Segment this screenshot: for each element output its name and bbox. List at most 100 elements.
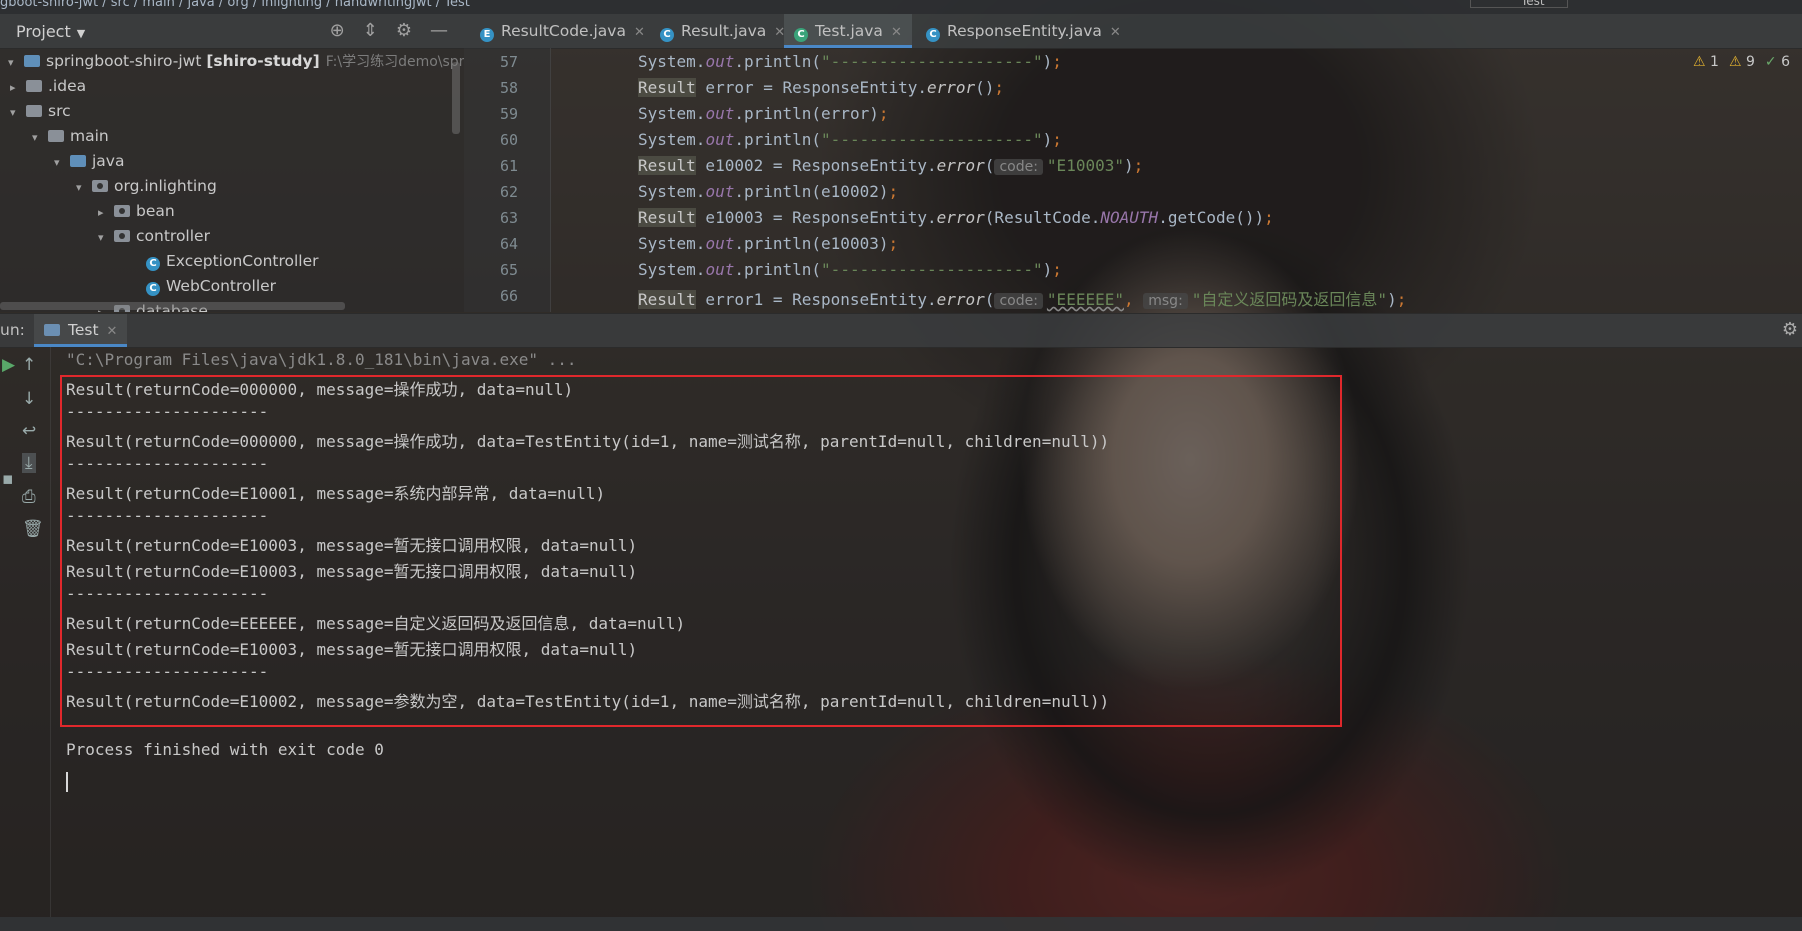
method-token: error (936, 290, 985, 309)
type-token: Result (638, 156, 696, 175)
gear-icon[interactable]: ⚙ (396, 20, 412, 41)
tree-item-root[interactable]: ▾ springboot-shiro-jwt [shiro-study] F:\学习… (8, 49, 464, 74)
code-token: .println (734, 234, 812, 253)
tree-item-main[interactable]: ▾ main (32, 124, 109, 149)
code-token: out (705, 104, 735, 123)
string-literal: "E10003" (1046, 156, 1124, 175)
chevron-down-icon: ▾ (8, 56, 14, 69)
code-line-61: Result e10002 = ResponseEntity.error(cod… (638, 156, 1144, 175)
code-line-57: System.out.println("--------------------… (638, 52, 1062, 71)
chevron-down-icon: ▾ (98, 231, 104, 244)
arrow-down-icon[interactable]: ↓ (22, 389, 36, 409)
typo-count[interactable]: ✓ 6 (1765, 54, 1790, 70)
tab-run-test[interactable]: Test ✕ (34, 314, 128, 347)
tree-item-controller[interactable]: ▾ controller (98, 224, 210, 249)
print-icon[interactable]: ⎙ (22, 487, 36, 507)
editor-gutter: 57 58 59 60 61 62 63 64 65 66 (464, 48, 551, 312)
run-tool-window-header: un: Test ✕ ⚙ (0, 313, 1802, 348)
arrow-up-icon[interactable]: ↑ (22, 355, 36, 375)
navigation-bar: gboot-shiro-jwt / src / main / java / or… (0, 0, 1802, 14)
type-token: Result (638, 290, 696, 309)
line-number: 65 (499, 261, 518, 279)
code-token: out (705, 130, 735, 149)
string-literal: "EEEEEE" (1046, 290, 1124, 309)
code-token: e10002 = ResponseEntity. (695, 156, 937, 175)
string-literal: "---------------------" (821, 130, 1043, 149)
minimize-icon[interactable]: — (430, 20, 448, 41)
package-icon (92, 180, 108, 192)
tree-item-label: .idea (48, 77, 87, 95)
horizontal-scrollbar[interactable] (0, 302, 345, 310)
string-literal: "自定义返回码及返回信息" (1191, 290, 1388, 309)
type-token: Result (638, 78, 696, 97)
code-line-60: System.out.println("--------------------… (638, 130, 1062, 149)
code-token: (e10003) (811, 234, 889, 253)
java-class-icon: C (146, 257, 160, 271)
close-icon[interactable]: ✕ (634, 25, 645, 40)
gear-icon[interactable]: ⚙ (1782, 319, 1798, 340)
weak-warning-count[interactable]: ⚠ 9 (1729, 54, 1755, 70)
code-editor[interactable]: ⚠ 1 ⚠ 9 ✓ 6 System.out.println("--------… (550, 48, 1802, 312)
collapse-all-icon[interactable]: ⇕ (363, 20, 378, 41)
java-class-icon: C (146, 282, 160, 296)
tab-result-java[interactable]: C Result.java ✕ (650, 14, 785, 48)
run-config-selector[interactable]: Test (1470, 0, 1568, 8)
code-token: .println (734, 104, 812, 123)
java-class-icon: C (926, 28, 940, 42)
method-token: error (936, 208, 985, 227)
project-view-selector[interactable]: Project ▼ (16, 22, 85, 41)
tree-item-idea[interactable]: ▸ .idea (10, 74, 86, 99)
code-token: .println (734, 52, 812, 71)
tab-test-java[interactable]: C Test.java ✕ (784, 14, 912, 48)
tab-responseentity-java[interactable]: C ResponseEntity.java ✕ (916, 14, 1121, 48)
tree-item-label: springboot-shiro-jwt (46, 52, 202, 70)
code-line-65: System.out.println("--------------------… (638, 260, 1062, 279)
tab-label: Test (68, 321, 99, 339)
code-token: System. (638, 104, 706, 123)
code-line-63: Result e10003 = ResponseEntity.error(Res… (638, 208, 1274, 227)
tree-item-java[interactable]: ▾ java (54, 149, 124, 174)
project-panel-header: Project ▼ ⊕ ⇕ ⚙ — (0, 14, 464, 49)
line-number: 64 (499, 235, 518, 253)
folder-icon (26, 80, 42, 92)
code-token: System. (638, 260, 706, 279)
method-token: error (926, 78, 976, 97)
tab-resultcode-java[interactable]: E ResultCode.java ✕ (470, 14, 645, 48)
chevron-down-icon: ▼ (76, 27, 86, 40)
line-number: 59 (499, 105, 518, 123)
console-exit-line: Process finished with exit code 0 (66, 740, 384, 759)
locate-icon[interactable]: ⊕ (330, 20, 345, 41)
enum-icon: E (480, 28, 494, 42)
vertical-scrollbar[interactable] (452, 62, 460, 134)
run-label: un: (0, 321, 25, 339)
layout-icon[interactable]: ▪ (2, 469, 14, 489)
warning-count[interactable]: ⚠ 1 (1693, 54, 1719, 70)
inspection-widget[interactable]: ⚠ 1 ⚠ 9 ✓ 6 (1693, 54, 1790, 70)
rerun-icon[interactable]: ▶ (2, 355, 15, 375)
code-token: error1 = ResponseEntity. (695, 290, 937, 309)
breadcrumb[interactable]: gboot-shiro-jwt / src / main / java / or… (0, 0, 470, 10)
tree-item-label: WebController (166, 277, 277, 295)
tree-item-src[interactable]: ▾ src (10, 99, 71, 124)
soft-wrap-icon[interactable]: ↩ (22, 421, 36, 441)
tree-item-label: ExceptionController (166, 252, 319, 270)
scroll-to-end-icon[interactable]: ⤓ (22, 453, 36, 473)
trash-icon[interactable]: 🗑 (22, 519, 44, 539)
project-title: Project (16, 22, 71, 41)
tree-item-exception-controller[interactable]: C ExceptionController (146, 249, 319, 274)
tree-item-bean[interactable]: ▸ bean (98, 199, 175, 224)
close-icon[interactable]: ✕ (891, 25, 902, 40)
module-name: [shiro-study] (206, 52, 320, 70)
code-line-62: System.out.println(e10002); (638, 182, 899, 201)
chevron-right-icon: ▸ (98, 206, 104, 219)
close-icon[interactable]: ✕ (107, 324, 118, 339)
tree-item-web-controller[interactable]: C WebController (146, 274, 276, 299)
code-line-66: Result error1 = ResponseEntity.error(cod… (638, 290, 1407, 309)
code-token: .getCode()) (1158, 208, 1265, 227)
close-icon[interactable]: ✕ (1110, 25, 1121, 40)
code-token: .println (734, 260, 812, 279)
line-number: 57 (499, 53, 518, 71)
tree-item-org-inlighting[interactable]: ▾ org.inlighting (76, 174, 217, 199)
line-number: 63 (499, 209, 518, 227)
module-folder-icon (24, 55, 40, 67)
